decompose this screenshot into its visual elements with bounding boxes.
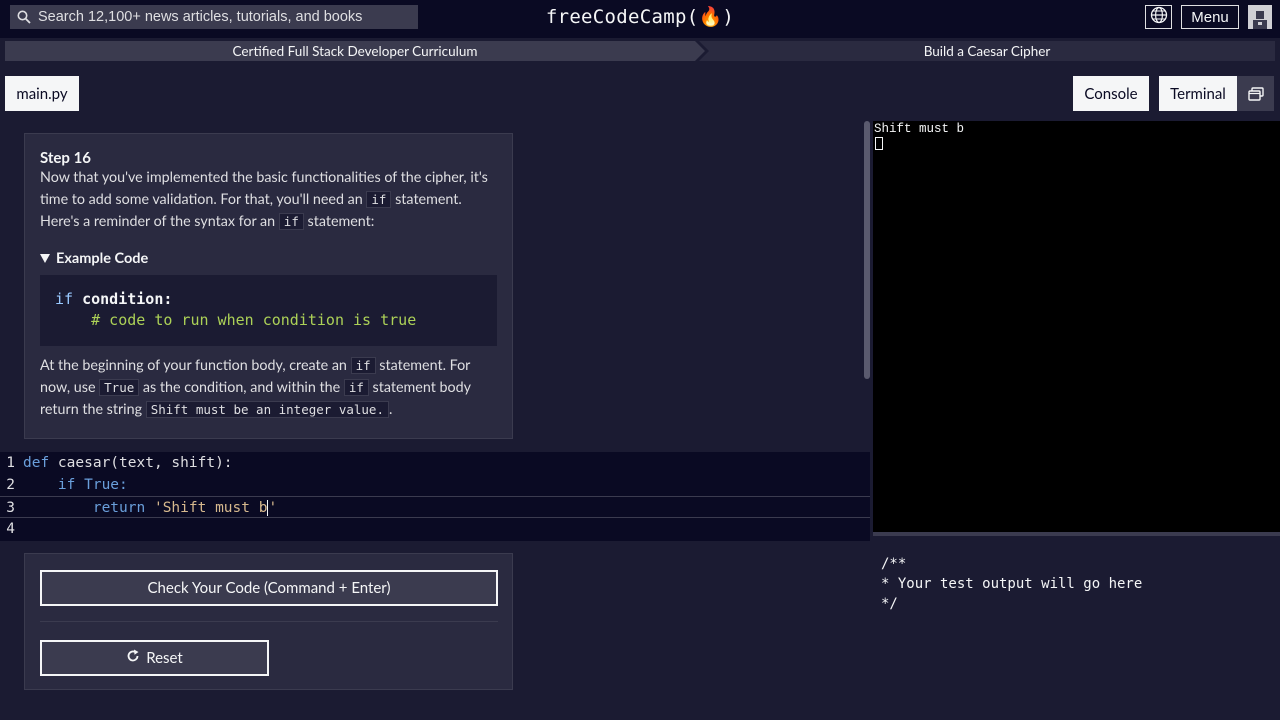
code-text: caesar(text, shift): <box>49 455 233 471</box>
reset-label: Reset <box>146 649 183 667</box>
inline-code: True <box>99 379 140 396</box>
code-keyword: return <box>92 500 146 516</box>
code-comment: # code to run when condition is true <box>55 311 417 329</box>
terminal-output[interactable]: Shift must b <box>873 121 1280 532</box>
freecodecamp-logo[interactable]: freeCodeCamp(🔥) <box>0 5 1280 28</box>
console-button[interactable]: Console <box>1073 76 1149 111</box>
desc-text: statement: <box>303 213 375 230</box>
code-string: 'Shift must b <box>145 500 268 516</box>
terminal-text: Shift must b <box>874 122 965 136</box>
test-output-console: /** * Your test output will go here */ <box>873 536 1280 710</box>
triangle-down-icon <box>40 250 50 267</box>
line-number: 3 <box>6 500 15 516</box>
code-editor[interactable]: 1 def caesar(text, shift): 2 if True: 3 … <box>0 452 870 541</box>
inline-code: if <box>350 357 376 374</box>
editor-pane: Step 16 Now that you've implemented the … <box>0 121 870 711</box>
desc-text: At the beginning of your function body, … <box>40 357 351 374</box>
line-number: 1 <box>6 455 15 471</box>
window-icon[interactable] <box>1237 76 1274 111</box>
reset-button[interactable]: Reset <box>40 640 269 676</box>
inline-code: if <box>278 213 304 230</box>
breadcrumb-project[interactable]: Build a Caesar Cipher <box>699 41 1275 61</box>
code-keyword: if <box>57 477 76 493</box>
example-code-block: if condition: # code to run when conditi… <box>40 275 497 346</box>
reset-icon <box>126 649 140 667</box>
line-number: 4 <box>6 521 15 537</box>
terminal-cursor <box>875 137 883 150</box>
top-navigation: freeCodeCamp(🔥) Menu <box>0 0 1280 38</box>
divider <box>40 621 498 622</box>
code-keyword: if <box>55 290 74 308</box>
actions-panel: Check Your Code (Command + Enter) Reset <box>24 553 513 690</box>
avatar[interactable] <box>1248 5 1272 29</box>
menu-button[interactable]: Menu <box>1181 5 1239 29</box>
example-code-toggle[interactable]: Example Code <box>40 250 497 267</box>
globe-icon <box>1150 6 1168 28</box>
breadcrumb-curriculum[interactable]: Certified Full Stack Developer Curriculu… <box>5 41 705 61</box>
check-code-button[interactable]: Check Your Code (Command + Enter) <box>40 570 498 606</box>
language-button[interactable] <box>1145 5 1172 29</box>
editor-line[interactable]: 1 def caesar(text, shift): <box>0 452 870 474</box>
editor-line[interactable]: 2 if True: <box>0 474 870 496</box>
breadcrumb: Certified Full Stack Developer Curriculu… <box>5 41 1275 61</box>
instructions-panel: Step 16 Now that you've implemented the … <box>24 133 513 439</box>
desc-text: . <box>388 401 393 418</box>
example-code-label: Example Code <box>56 250 149 267</box>
tab-main-py[interactable]: main.py <box>5 76 79 111</box>
inline-code: Shift must be an integer value. <box>145 401 389 418</box>
inline-code: if <box>343 379 369 396</box>
desc-text: as the condition, and within the <box>139 379 344 396</box>
step-task: At the beginning of your function body, … <box>40 355 497 421</box>
inline-code: if <box>366 191 392 208</box>
step-description: Now that you've implemented the basic fu… <box>40 167 497 233</box>
code-keyword: def <box>23 455 50 471</box>
code-text: condition: <box>73 290 173 308</box>
user-icon <box>1253 11 1267 29</box>
terminal-button[interactable]: Terminal <box>1159 76 1274 111</box>
code-string: ' <box>268 500 278 516</box>
editor-line[interactable]: 4 <box>0 518 870 540</box>
terminal-label: Terminal <box>1170 84 1226 103</box>
scrollbar[interactable] <box>864 121 870 379</box>
code-text: True: <box>75 477 128 493</box>
editor-line-active[interactable]: 3 return 'Shift must b' <box>0 496 870 518</box>
step-title: Step 16 <box>40 149 91 167</box>
line-number: 2 <box>6 477 15 493</box>
